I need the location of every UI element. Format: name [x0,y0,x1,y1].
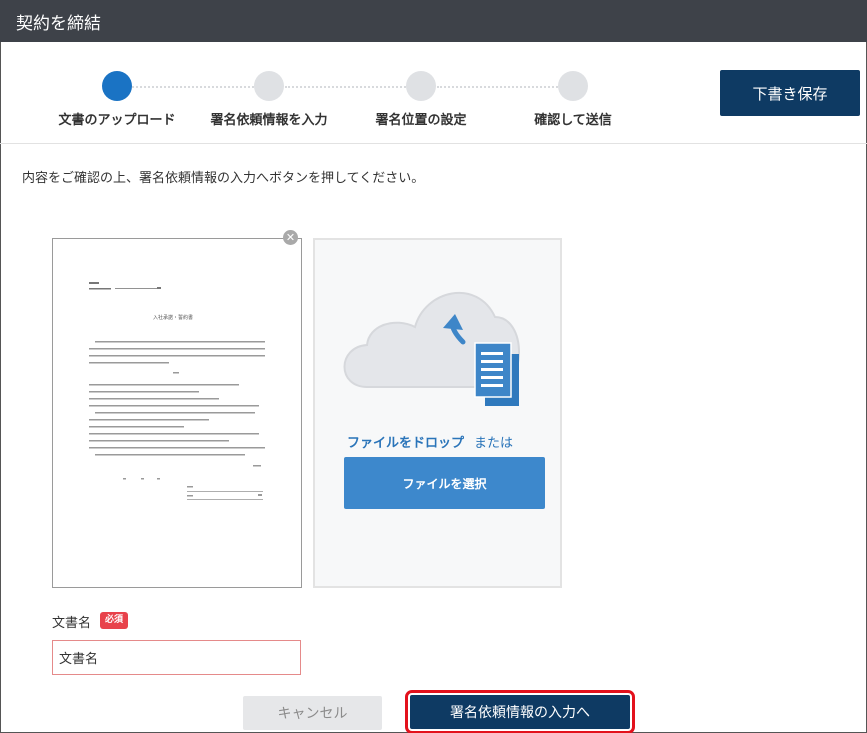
document-thumbnail: 入社承諾・誓約書 [89,282,265,500]
step-4-label: 確認して送信 [534,113,612,128]
save-draft-button[interactable]: 下書き保存 [720,70,860,116]
step-2-dot [254,71,284,101]
step-1-label: 文書のアップロード [58,113,176,128]
file-dropzone[interactable]: ファイルをドロップ または ファイルを選択 [313,238,562,588]
document-name-input[interactable] [52,640,301,675]
preview-heading: 入社承諾・誓約書 [153,314,193,321]
required-badge: 必須 [100,612,129,629]
next-step-button[interactable]: 署名依頼情報の入力へ [410,695,630,729]
select-file-button[interactable]: ファイルを選択 [344,457,545,509]
step-connector [437,86,558,88]
step-3-label: 署名位置の設定 [375,113,467,128]
title-bar: 契約を締結 [0,0,867,42]
step-4-dot [558,71,588,101]
drop-text: ファイルをドロップ [347,436,465,451]
instruction-text: 内容をご確認の上、署名依頼情報の入力へボタンを押してください。 [22,171,425,186]
cancel-button[interactable]: キャンセル [243,696,382,730]
remove-file-icon[interactable]: ✕ [283,230,298,245]
window-title: 契約を締結 [16,14,101,34]
step-connector [132,86,254,88]
document-preview: 入社承諾・誓約書 [52,238,302,588]
drop-hint: ファイルをドロップ または [347,432,513,451]
step-2-label: 署名依頼情報を入力 [210,113,328,128]
or-text: または [474,436,514,451]
document-name-label: 文書名 [52,616,92,631]
step-1-dot [102,71,132,101]
step-3-dot [406,71,436,101]
step-connector [285,86,406,88]
cloud-upload-icon [343,291,520,406]
